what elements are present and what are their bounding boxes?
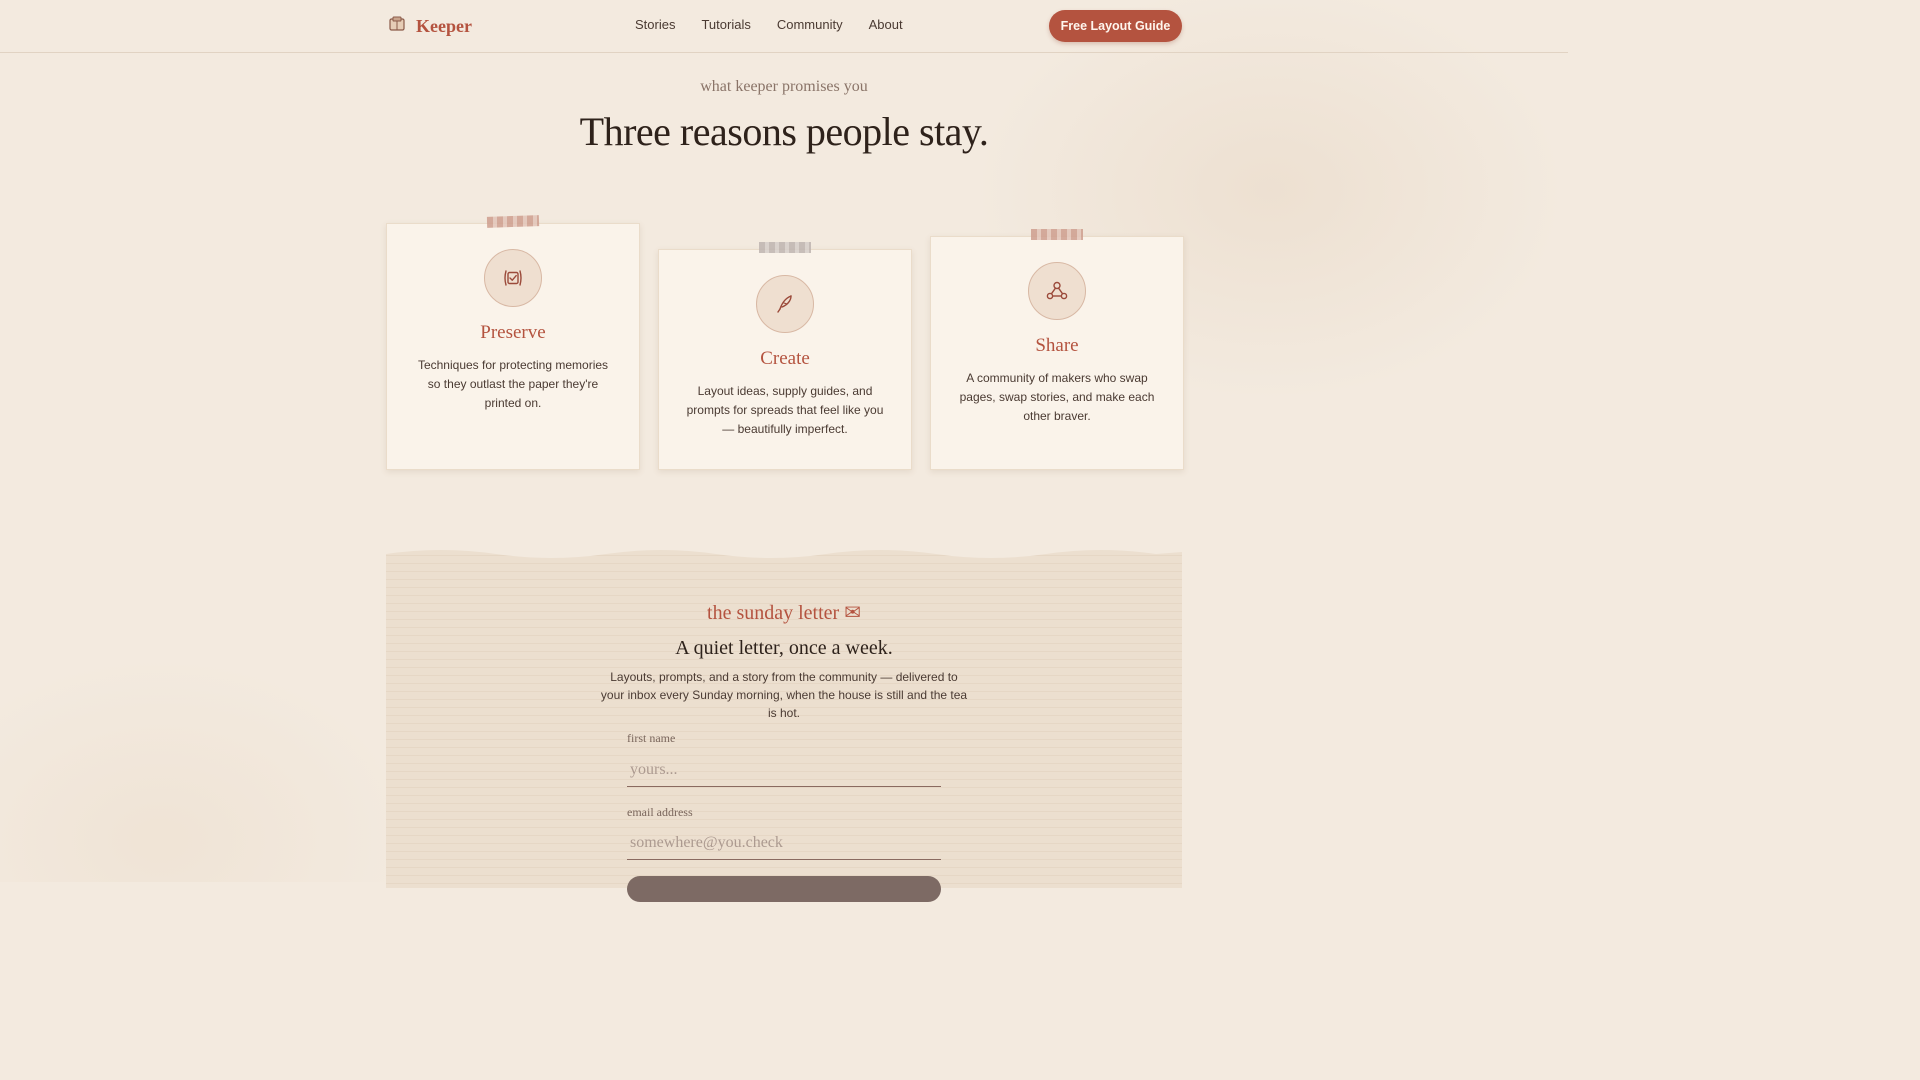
card-title: Share — [1035, 335, 1079, 356]
washi-tape — [759, 242, 811, 253]
nav-link-stories[interactable]: Stories — [635, 17, 675, 32]
washi-tape — [486, 215, 540, 228]
card-create: Create Layout ideas, supply guides, and … — [658, 242, 912, 470]
card-description: A community of makers who swap pages, sw… — [959, 371, 1155, 423]
section-eyebrow: what keeper promises you — [700, 78, 868, 95]
brand-logo-link[interactable]: Keeper — [388, 13, 472, 39]
subscribe-button[interactable] — [627, 876, 941, 902]
newsletter-title: A quiet letter, once a week. — [675, 637, 893, 659]
email-input[interactable] — [627, 826, 941, 860]
card-description: Techniques for protecting memories so th… — [417, 358, 609, 410]
preserve-icon — [484, 249, 542, 307]
network-icon — [1028, 262, 1086, 320]
card-title: Preserve — [480, 322, 546, 343]
first-name-label: first name — [627, 731, 676, 745]
newsletter-eyebrow: the sunday letter ✉ — [707, 602, 861, 624]
scrapbook-icon — [388, 15, 406, 38]
washi-tape — [1031, 229, 1083, 240]
quill-pen-icon — [756, 275, 814, 333]
free-layout-guide-button[interactable]: Free Layout Guide — [1049, 10, 1182, 42]
nav-link-community[interactable]: Community — [777, 17, 843, 32]
first-name-input[interactable] — [627, 753, 941, 787]
main-nav: Stories Tutorials Community About — [635, 17, 903, 32]
section-title: Three reasons people stay. — [579, 109, 989, 154]
nav-link-about[interactable]: About — [869, 17, 903, 32]
email-label: email address — [627, 805, 693, 819]
card-share: Share A community of makers who swap pag… — [930, 229, 1184, 470]
brand-name: Keeper — [416, 15, 472, 36]
card-title: Create — [760, 348, 810, 369]
card-description: Layout ideas, supply guides, and prompts… — [686, 384, 884, 436]
site-header: Keeper Stories Tutorials Community About… — [0, 0, 1568, 53]
nav-link-tutorials[interactable]: Tutorials — [701, 17, 750, 32]
newsletter-description: Layouts, prompts, and a story from the c… — [600, 670, 968, 720]
card-preserve: Preserve Techniques for protecting memor… — [386, 215, 640, 470]
